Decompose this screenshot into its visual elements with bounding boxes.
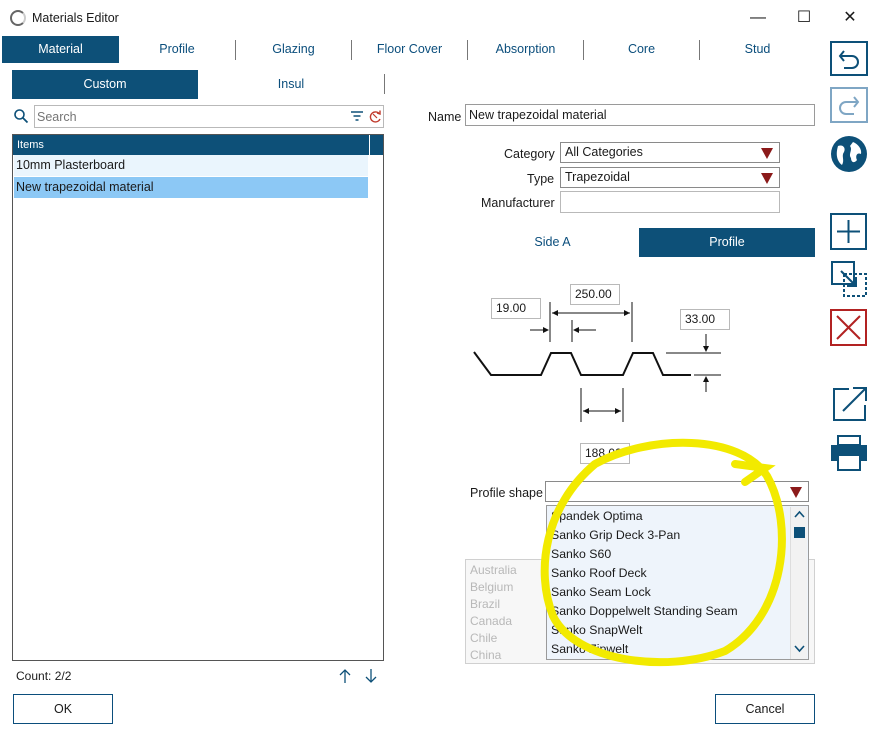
list-item[interactable]: Brazil (470, 596, 500, 613)
tab-core[interactable]: Core (584, 36, 699, 63)
list-header: Items (13, 135, 369, 155)
cancel-button[interactable]: Cancel (715, 694, 815, 724)
dimension-height[interactable]: 33.00 (680, 309, 730, 330)
tab-profile[interactable]: Profile (119, 36, 235, 63)
name-input[interactable]: New trapezoidal material (465, 104, 815, 126)
maximize-button[interactable]: ☐ (781, 4, 827, 32)
chevron-down-icon (761, 148, 773, 159)
main-tabs: Material Profile Glazing Floor Cover Abs… (0, 36, 822, 63)
manufacturer-label: Manufacturer (481, 196, 555, 210)
move-down-icon[interactable] (364, 668, 378, 684)
profile-shape-label: Profile shape (470, 486, 543, 500)
tab-absorption[interactable]: Absorption (468, 36, 583, 63)
list-item-selected[interactable]: New trapezoidal material (14, 177, 368, 198)
close-button[interactable]: ✕ (827, 4, 873, 32)
view-side-a[interactable]: Side A (466, 228, 639, 257)
tab-stud[interactable]: Stud (700, 36, 815, 63)
tab-glazing[interactable]: Glazing (236, 36, 351, 63)
tab-floor-cover[interactable]: Floor Cover (352, 36, 467, 63)
scroll-up-icon[interactable] (794, 510, 805, 518)
type-select[interactable]: Trapezoidal (560, 167, 780, 188)
search-field (34, 105, 384, 128)
chevron-down-icon (761, 173, 773, 184)
add-icon[interactable] (829, 212, 869, 252)
app-logo-icon (10, 10, 26, 26)
highlight-annotation (540, 438, 786, 667)
subtab-insul[interactable]: Insul (198, 70, 384, 99)
list-item[interactable]: Chile (470, 630, 497, 647)
move-icon[interactable] (829, 259, 869, 299)
list-header-corner (369, 135, 383, 155)
globe-icon[interactable] (829, 134, 869, 174)
search-icon (14, 109, 29, 124)
type-value: Trapezoidal (565, 170, 630, 184)
search-input[interactable] (37, 108, 337, 125)
category-value: All Categories (565, 145, 643, 159)
list-item[interactable]: 10mm Plasterboard (14, 155, 368, 176)
title-bar: Materials Editor — ☐ ✕ (0, 0, 875, 36)
manufacturer-input[interactable] (560, 191, 780, 213)
ok-button[interactable]: OK (13, 694, 113, 724)
subtab-divider (384, 74, 385, 94)
category-label: Category (504, 147, 555, 161)
delete-icon[interactable] (829, 308, 869, 348)
list-item[interactable]: Canada (470, 613, 512, 630)
view-profile[interactable]: Profile (639, 228, 815, 257)
minimize-button[interactable]: — (735, 4, 781, 32)
window-title: Materials Editor (32, 11, 119, 25)
list-item[interactable]: China (470, 647, 501, 664)
undo-icon[interactable] (829, 40, 869, 80)
filter-icon[interactable] (350, 110, 364, 123)
export-icon[interactable] (829, 384, 869, 424)
item-count: Count: 2/2 (16, 669, 72, 683)
items-list: Items 10mm Plasterboard New trapezoidal … (12, 134, 384, 661)
list-item[interactable]: Belgium (470, 579, 513, 596)
name-label: Name (428, 110, 462, 124)
scroll-down-icon[interactable] (794, 645, 805, 653)
subtab-custom[interactable]: Custom (12, 70, 198, 99)
scrollbar-thumb[interactable] (794, 527, 805, 538)
move-up-icon[interactable] (338, 668, 352, 684)
type-label: Type (527, 172, 555, 186)
dimension-left-width[interactable]: 19.00 (491, 298, 541, 319)
list-item[interactable]: Australia (470, 562, 517, 579)
clear-filter-icon[interactable] (368, 109, 382, 124)
dimension-pitch[interactable]: 250.00 (570, 284, 620, 305)
redo-icon[interactable] (829, 86, 869, 126)
category-select[interactable]: All Categories (560, 142, 780, 163)
print-icon[interactable] (829, 433, 869, 473)
tab-material[interactable]: Material (2, 36, 119, 63)
